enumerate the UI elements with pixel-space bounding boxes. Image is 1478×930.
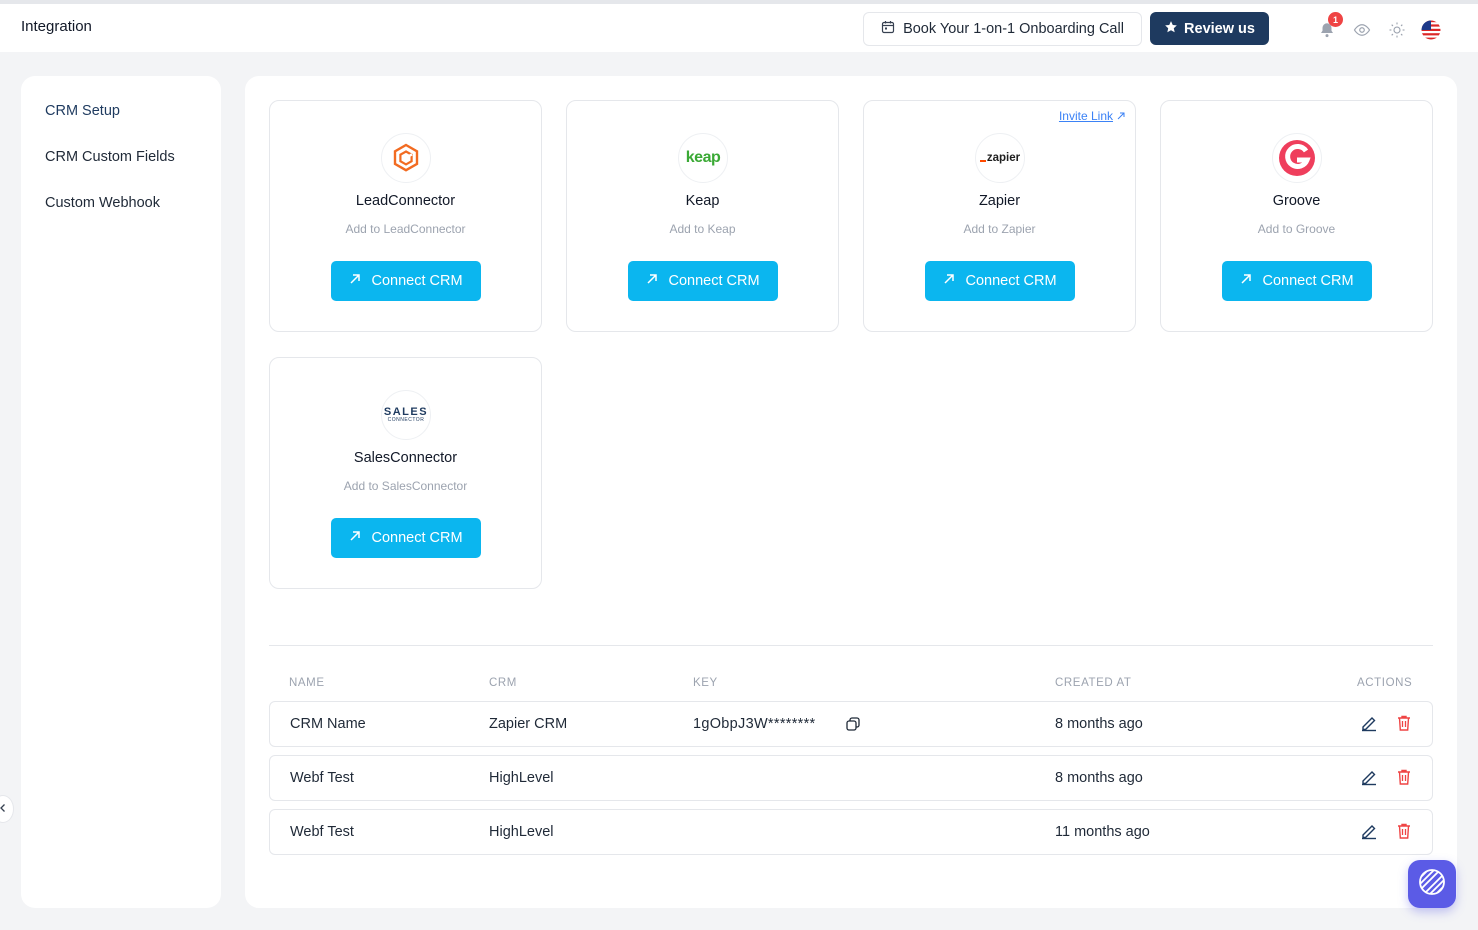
table-row: Webf Test HighLevel 8 months ago — [269, 755, 1433, 801]
trash-icon[interactable] — [1394, 767, 1414, 787]
copy-icon[interactable] — [843, 714, 863, 734]
notification-badge: 1 — [1328, 12, 1343, 27]
invite-link-label: Invite Link — [1058, 109, 1113, 123]
table-row: CRM Name Zapier CRM 1gObpJ3W******** 8 m… — [269, 701, 1433, 747]
zapier-logo-bar — [979, 160, 986, 162]
sidebar-item-custom-webhook[interactable]: Custom Webhook — [45, 195, 160, 211]
connect-crm-label: Connect CRM — [668, 273, 760, 289]
crm-card-name: LeadConnector — [355, 193, 456, 209]
connect-crm-button-keap[interactable]: Connect CRM — [628, 261, 778, 301]
crm-card-name: Keap — [685, 193, 720, 209]
crm-card-subtitle: Add to LeadConnector — [345, 222, 466, 236]
crm-card-zapier: Invite Link zapier Zapier Add to Zapier … — [863, 100, 1136, 332]
row-key: 1gObpJ3W******** — [693, 716, 816, 732]
connect-crm-button-zapier[interactable]: Connect CRM — [925, 261, 1075, 301]
column-header-created-at: CREATED AT — [1055, 677, 1132, 689]
book-onboarding-call-button[interactable]: Book Your 1-on-1 Onboarding Call — [863, 12, 1142, 46]
review-label: Review us — [1184, 20, 1255, 37]
crm-card-leadconnector: LeadConnector Add to LeadConnector Conne… — [269, 100, 542, 332]
crm-card-name: SalesConnector — [353, 450, 458, 466]
salesconnector-logo-text: SALES — [383, 405, 429, 418]
crm-card-subtitle: Add to Groove — [1257, 222, 1336, 236]
row-crm: HighLevel — [489, 770, 554, 786]
eye-icon[interactable] — [1352, 20, 1372, 40]
sun-icon[interactable] — [1387, 20, 1407, 40]
arrow-up-right-icon — [943, 273, 955, 289]
crm-card-name: Groove — [1272, 193, 1321, 209]
edit-icon[interactable] — [1359, 713, 1379, 733]
crm-card-groove: Groove Add to Groove Connect CRM — [1160, 100, 1433, 332]
zapier-logo-text: zapier — [986, 152, 1021, 164]
crm-card-subtitle: Add to Zapier — [963, 222, 1036, 236]
zapier-logo-icon: zapier — [975, 133, 1025, 183]
external-link-icon — [1117, 109, 1125, 123]
calendar-icon — [881, 20, 895, 38]
edit-icon[interactable] — [1359, 767, 1379, 787]
row-name: Webf Test — [290, 824, 354, 840]
striped-circle-icon — [1418, 868, 1446, 901]
keap-logo-icon: keap — [678, 133, 728, 183]
main-panel: LeadConnector Add to LeadConnector Conne… — [245, 76, 1457, 908]
column-header-crm: CRM — [489, 677, 517, 689]
connect-crm-button-leadconnector[interactable]: Connect CRM — [331, 261, 481, 301]
page-title: Integration — [21, 18, 92, 35]
sidebar: CRM Setup CRM Custom Fields Custom Webho… — [21, 76, 221, 908]
section-divider — [269, 645, 1433, 646]
row-name: CRM Name — [290, 716, 366, 732]
crm-card-subtitle: Add to Keap — [669, 222, 736, 236]
sidebar-item-crm-custom-fields[interactable]: CRM Custom Fields — [45, 149, 175, 165]
star-icon — [1164, 20, 1178, 38]
connect-crm-label: Connect CRM — [965, 273, 1057, 289]
connect-crm-label: Connect CRM — [1262, 273, 1354, 289]
trash-icon[interactable] — [1394, 713, 1414, 733]
table-row: Webf Test HighLevel 11 months ago — [269, 809, 1433, 855]
row-crm: HighLevel — [489, 824, 554, 840]
arrow-up-right-icon — [349, 273, 361, 289]
invite-link[interactable]: Invite Link — [1059, 109, 1125, 123]
leadconnector-logo-icon — [381, 133, 431, 183]
top-bar: Integration Book Your 1-on-1 Onboarding … — [0, 0, 1478, 52]
connect-crm-button-groove[interactable]: Connect CRM — [1222, 261, 1372, 301]
crm-card-name: Zapier — [978, 193, 1021, 209]
edit-icon[interactable] — [1359, 821, 1379, 841]
sidebar-collapse-button[interactable] — [0, 795, 14, 823]
chevron-left-icon — [0, 800, 8, 818]
crm-card-salesconnector: SALES CONNECTOR SalesConnector Add to Sa… — [269, 357, 542, 589]
review-us-button[interactable]: Review us — [1150, 12, 1269, 45]
row-created: 11 months ago — [1055, 824, 1150, 840]
crm-card-keap: keap Keap Add to Keap Connect CRM — [566, 100, 839, 332]
help-chat-button[interactable] — [1408, 860, 1456, 908]
book-call-label: Book Your 1-on-1 Onboarding Call — [903, 21, 1124, 37]
connect-crm-label: Connect CRM — [371, 273, 463, 289]
arrow-up-right-icon — [349, 530, 361, 546]
groove-logo-icon — [1272, 133, 1322, 183]
arrow-up-right-icon — [1240, 273, 1252, 289]
keap-logo-text: keap — [685, 149, 721, 166]
column-header-name: NAME — [289, 677, 325, 689]
arrow-up-right-icon — [646, 273, 658, 289]
sidebar-item-crm-setup[interactable]: CRM Setup — [45, 103, 120, 119]
salesconnector-logo-subtext: CONNECTOR — [387, 416, 425, 423]
us-flag-icon[interactable] — [1421, 20, 1441, 40]
salesconnector-logo-icon: SALES CONNECTOR — [381, 390, 431, 440]
row-crm: Zapier CRM — [489, 716, 568, 732]
trash-icon[interactable] — [1394, 821, 1414, 841]
row-name: Webf Test — [290, 770, 354, 786]
connect-crm-button-salesconnector[interactable]: Connect CRM — [331, 518, 481, 558]
crm-card-subtitle: Add to SalesConnector — [343, 479, 468, 493]
row-created: 8 months ago — [1055, 770, 1143, 786]
column-header-actions: ACTIONS — [1357, 677, 1413, 689]
row-created: 8 months ago — [1055, 716, 1143, 732]
connect-crm-label: Connect CRM — [371, 530, 463, 546]
column-header-key: KEY — [693, 677, 718, 689]
